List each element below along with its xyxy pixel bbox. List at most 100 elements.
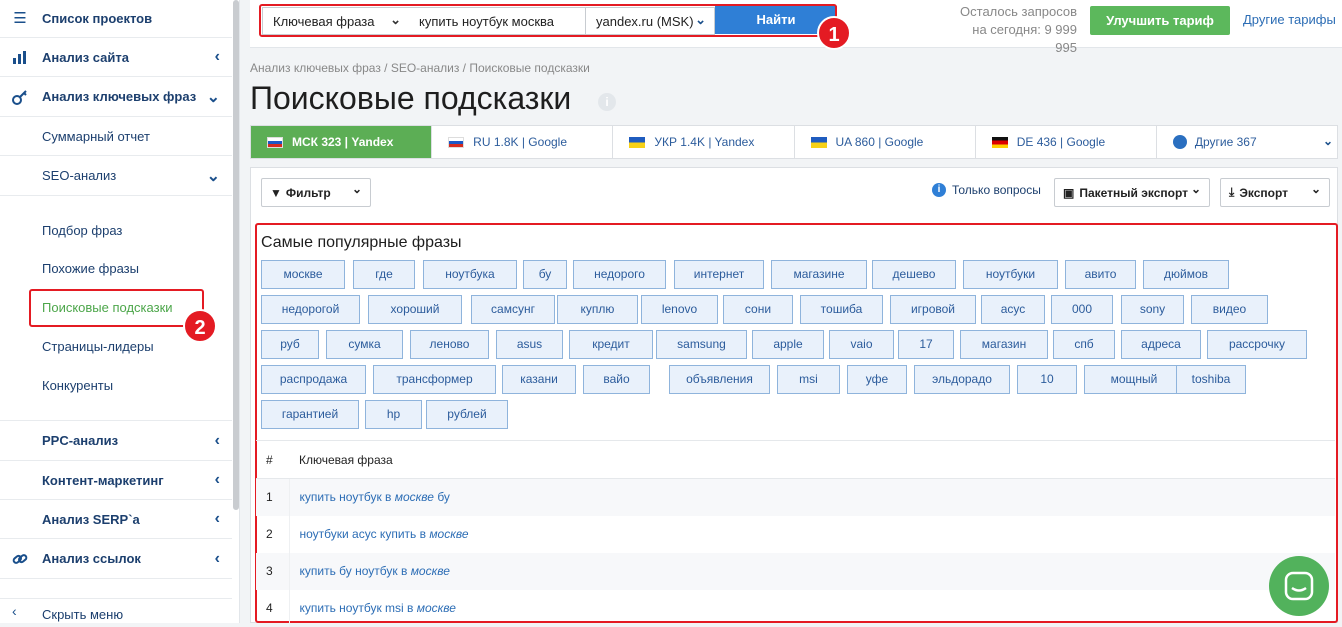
- phrase-chip[interactable]: тошиба: [800, 295, 883, 324]
- tab-other-regions[interactable]: Другие 367 ⌄: [1157, 126, 1337, 158]
- phrase-chip[interactable]: hp: [365, 400, 422, 429]
- sidebar-item-similar-phrases[interactable]: Похожие фразы: [0, 249, 232, 288]
- phrase-chip[interactable]: уфе: [847, 365, 907, 394]
- filter-icon: ▼: [270, 185, 282, 200]
- phrase-chip[interactable]: 17: [898, 330, 954, 359]
- phrase-chip[interactable]: игровой: [890, 295, 976, 324]
- table-row: 2 ноутбуки асус купить в москве: [256, 515, 1335, 553]
- other-tariffs-link[interactable]: Другие тарифы: [1243, 12, 1336, 27]
- phrase-chip[interactable]: руб: [261, 330, 319, 359]
- sidebar-item-competitors[interactable]: Конкуренты: [0, 366, 232, 421]
- phrase-chip[interactable]: хороший: [368, 295, 462, 324]
- phrase-chip[interactable]: ноутбука: [423, 260, 517, 289]
- upgrade-tariff-button[interactable]: Улучшить тариф: [1090, 6, 1230, 35]
- chevron-down-icon: ⌄: [1322, 134, 1334, 148]
- phrase-chip[interactable]: samsung: [656, 330, 747, 359]
- phrase-chip[interactable]: ноутбуки: [963, 260, 1058, 289]
- tab-ua-google[interactable]: UA 860 | Google: [795, 126, 976, 158]
- phrase-chip[interactable]: магазине: [771, 260, 867, 289]
- phrase-chip[interactable]: объявления: [669, 365, 770, 394]
- phrase-chip[interactable]: магазин: [960, 330, 1048, 359]
- tab-msk-yandex[interactable]: МСК 323 | Yandex: [251, 126, 433, 158]
- germany-flag-icon: [991, 136, 1008, 148]
- phrase-chip[interactable]: недорого: [573, 260, 666, 289]
- chat-icon: [1284, 571, 1314, 601]
- phrase-chip[interactable]: адреса: [1121, 330, 1201, 359]
- sidebar-item-phrase-selection[interactable]: Подбор фраз: [0, 211, 232, 249]
- batch-export-button[interactable]: ▣ Пакетный экспорт ⌄: [1054, 178, 1210, 207]
- keyword-link[interactable]: купить ноутбук msi в москве: [289, 590, 1335, 627]
- phrase-chip[interactable]: гарантией: [261, 400, 359, 429]
- phrase-chip[interactable]: видео: [1191, 295, 1268, 324]
- annotation-badge-2: 2: [183, 309, 217, 343]
- phrase-chip[interactable]: авито: [1065, 260, 1136, 289]
- tab-ukr-yandex[interactable]: УКР 1.4K | Yandex: [613, 126, 795, 158]
- menu-icon: ☰: [13, 9, 27, 27]
- sidebar-item-projects[interactable]: ☰ Список проектов: [0, 0, 232, 38]
- only-questions-toggle[interactable]: i Только вопросы: [932, 183, 1041, 197]
- phrase-chip[interactable]: дюймов: [1143, 260, 1229, 289]
- phrase-chip[interactable]: vaio: [829, 330, 894, 359]
- annotation-box-2: [29, 289, 204, 327]
- sidebar-item-link-analysis[interactable]: Анализ ссылок ‹: [0, 539, 232, 579]
- sidebar-item-summary[interactable]: Суммарный отчет: [0, 117, 232, 156]
- phrase-chip[interactable]: asus: [496, 330, 563, 359]
- sidebar-scrollbar[interactable]: [233, 0, 239, 510]
- annotation-box-1: [259, 4, 837, 37]
- phrase-chip[interactable]: недорогой: [261, 295, 360, 324]
- phrase-chip[interactable]: эльдорадо: [914, 365, 1010, 394]
- phrase-chip[interactable]: асус: [981, 295, 1045, 324]
- sidebar-item-ppc[interactable]: PPC-анализ ‹: [0, 421, 232, 461]
- phrase-chip[interactable]: sony: [1121, 295, 1184, 324]
- quota-info: Осталось запросов на сегодня: 9 999 995: [960, 4, 1077, 55]
- phrase-chip[interactable]: сони: [723, 295, 793, 324]
- sidebar-item-content-marketing[interactable]: Контент-маркетинг ‹: [0, 461, 232, 500]
- phrase-chip[interactable]: lenovo: [641, 295, 718, 324]
- chat-button[interactable]: [1269, 556, 1329, 616]
- info-icon[interactable]: i: [598, 93, 616, 111]
- phrase-chip[interactable]: рублей: [426, 400, 508, 429]
- phrase-chip[interactable]: куплю: [557, 295, 638, 324]
- filter-button[interactable]: ▼ Фильтр ⌄: [261, 178, 371, 207]
- phrase-chip[interactable]: бу: [523, 260, 567, 289]
- region-tabs: МСК 323 | Yandex RU 1.8K | Google УКР 1.…: [250, 125, 1338, 159]
- phrase-chip[interactable]: 10: [1017, 365, 1077, 394]
- hide-menu-button[interactable]: ‹ Скрыть меню: [0, 598, 232, 623]
- phrase-chip[interactable]: леново: [410, 330, 489, 359]
- phrase-chip[interactable]: трансформер: [373, 365, 496, 394]
- phrase-chip[interactable]: москве: [261, 260, 345, 289]
- export-button[interactable]: ⤓ Экспорт ⌄: [1220, 178, 1330, 207]
- keyword-link[interactable]: купить ноутбук в москве бу: [289, 478, 1335, 516]
- phrase-chip[interactable]: кредит: [569, 330, 653, 359]
- phrase-chip[interactable]: apple: [752, 330, 824, 359]
- phrase-chip[interactable]: 000: [1051, 295, 1113, 324]
- phrase-chip[interactable]: toshiba: [1176, 365, 1246, 394]
- info-icon: i: [932, 183, 946, 197]
- column-header-number: #: [256, 440, 289, 479]
- phrase-chip[interactable]: мощный: [1084, 365, 1184, 394]
- tab-ru-google[interactable]: RU 1.8K | Google: [432, 126, 614, 158]
- sidebar-item-keyword-analysis[interactable]: Анализ ключевых фраз ⌄: [0, 77, 232, 117]
- keyword-link[interactable]: купить бу ноутбук в москве: [289, 552, 1335, 590]
- sidebar-item-site-analysis[interactable]: Анализ сайта ‹: [0, 38, 232, 77]
- phrase-chip[interactable]: рассрочку: [1207, 330, 1307, 359]
- column-header-keyword: Ключевая фраза: [289, 440, 1335, 479]
- phrase-chip[interactable]: msi: [777, 365, 840, 394]
- phrase-chip[interactable]: вайо: [583, 365, 650, 394]
- phrase-chip[interactable]: спб: [1053, 330, 1115, 359]
- russia-flag-icon: [267, 136, 283, 148]
- ukraine-flag-icon: [810, 136, 827, 148]
- phrase-chip[interactable]: распродажа: [261, 365, 366, 394]
- phrase-chip[interactable]: казани: [502, 365, 576, 394]
- phrase-chip[interactable]: сумка: [326, 330, 403, 359]
- phrase-chip[interactable]: самсунг: [471, 295, 555, 324]
- phrase-chip[interactable]: дешево: [872, 260, 956, 289]
- keyword-link[interactable]: ноутбуки асус купить в москве: [289, 516, 1335, 553]
- phrase-chip[interactable]: где: [353, 260, 415, 289]
- table-row: 4 купить ноутбук msi в москве: [256, 589, 1335, 627]
- phrase-chip[interactable]: интернет: [674, 260, 764, 289]
- tab-de-google[interactable]: DE 436 | Google: [976, 126, 1157, 158]
- sidebar-item-seo-analysis[interactable]: SEO-анализ ⌄: [0, 156, 232, 196]
- page-title: Поисковые подсказки: [250, 80, 572, 116]
- sidebar-item-serp[interactable]: Анализ SERP`a ‹: [0, 500, 232, 539]
